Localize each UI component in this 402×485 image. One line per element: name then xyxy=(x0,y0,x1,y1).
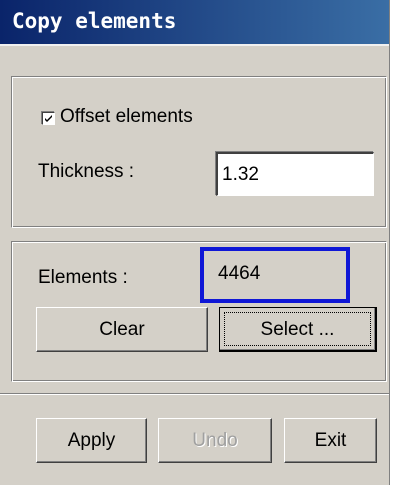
apply-button-label: Apply xyxy=(67,430,116,451)
exit-button[interactable]: Exit xyxy=(284,418,377,463)
clear-button[interactable]: Clear xyxy=(36,307,208,352)
thickness-input[interactable]: 1.32 xyxy=(216,152,374,196)
apply-button[interactable]: Apply xyxy=(36,418,147,463)
elements-count-label: Elements : xyxy=(38,267,128,288)
offset-elements-checkbox[interactable] xyxy=(42,112,55,125)
footer-separator xyxy=(0,393,389,395)
checkmark-icon xyxy=(45,115,52,122)
copy-elements-dialog: Copy elements Offset elements Thickness … xyxy=(0,0,390,485)
thickness-label: Thickness : xyxy=(38,161,135,182)
elements-count-value: 4464 xyxy=(218,263,261,284)
exit-button-label: Exit xyxy=(314,430,347,451)
clear-button-label: Clear xyxy=(99,319,145,340)
offset-elements-label[interactable]: Offset elements xyxy=(60,106,193,128)
thickness-value: 1.32 xyxy=(222,164,259,185)
window-title: Copy elements xyxy=(12,9,177,33)
undo-button[interactable]: Undo xyxy=(158,418,272,463)
title-bar[interactable]: Copy elements xyxy=(0,0,389,46)
select-button-label: Select ... xyxy=(260,319,335,340)
select-button[interactable]: Select ... xyxy=(219,307,377,352)
undo-button-label: Undo xyxy=(192,430,238,451)
